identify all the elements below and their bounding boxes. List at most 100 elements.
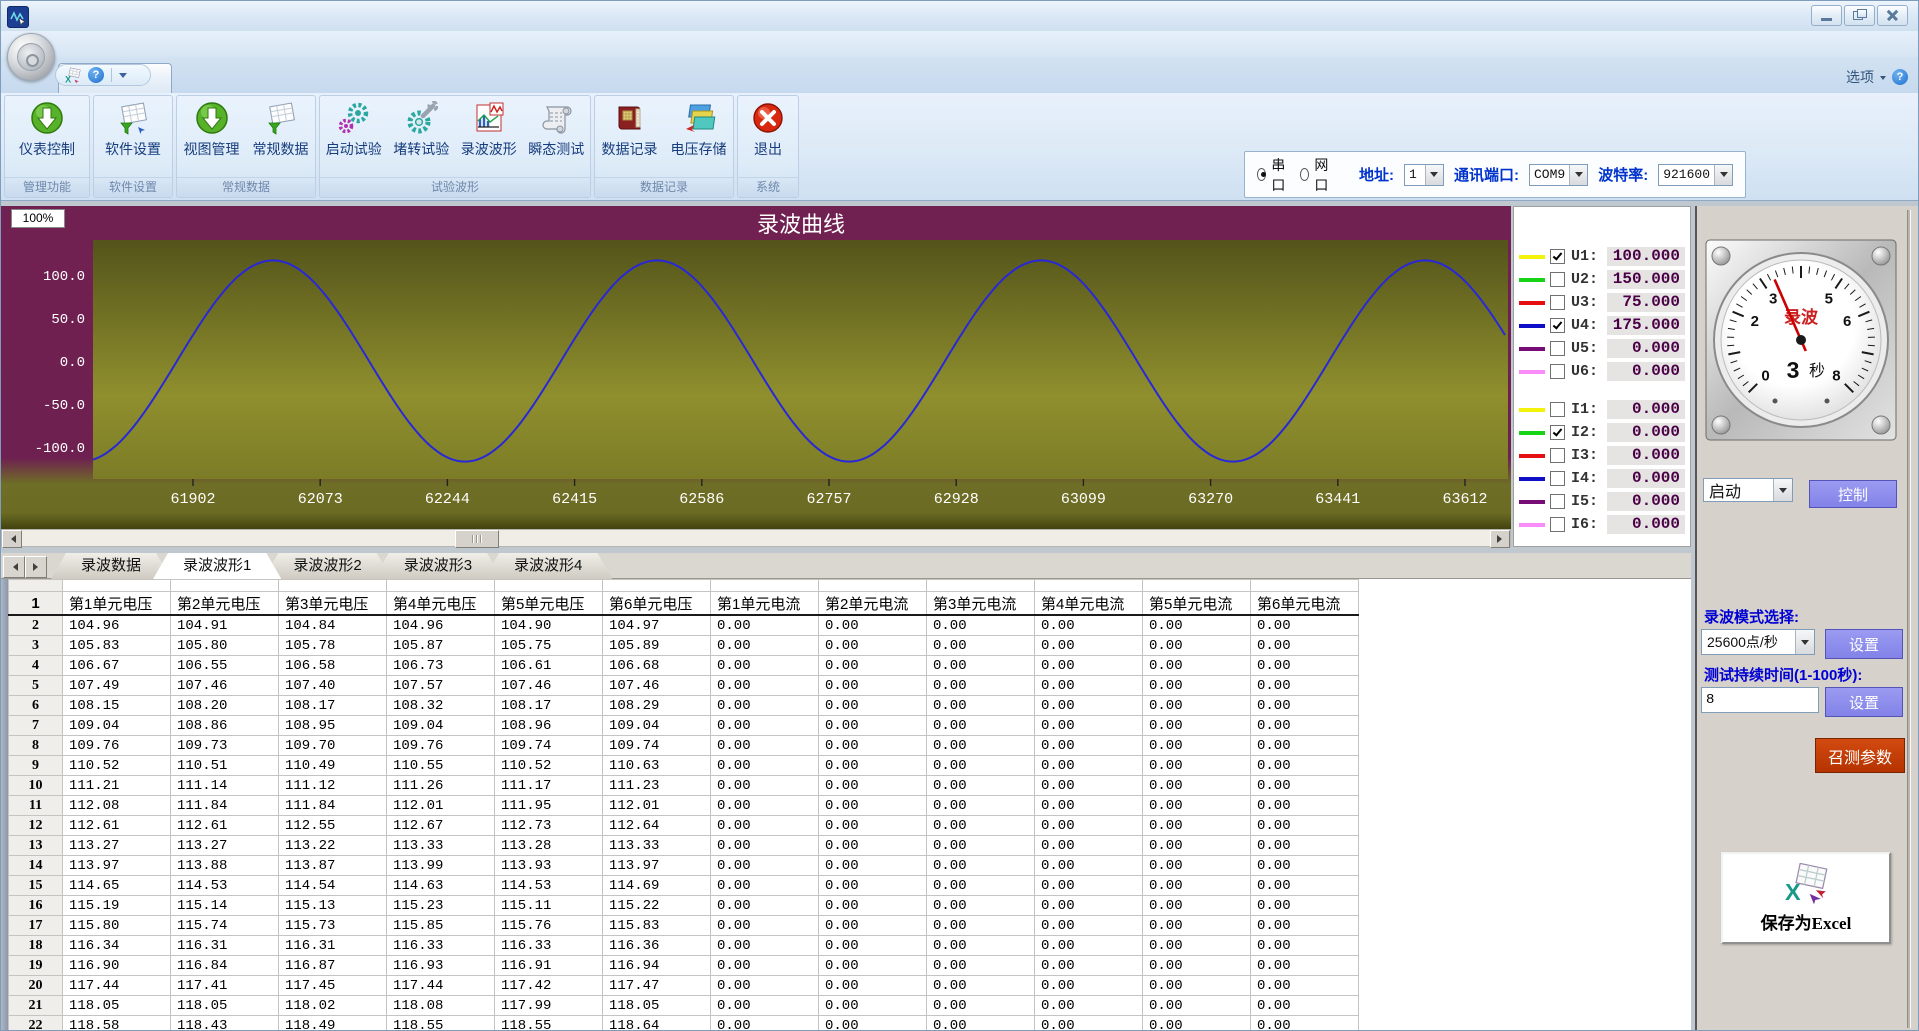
table-cell: 115.11 [495, 896, 603, 916]
series-color-swatch [1519, 324, 1545, 328]
u4-checkbox[interactable] [1550, 341, 1565, 356]
table-row: 20117.44117.41117.45117.44117.42117.470.… [9, 976, 1359, 996]
app-window: X ? 试验项目 选项 ? [0, 0, 1919, 1031]
table-cell: 109.74 [495, 736, 603, 756]
table-left-gutter [1, 579, 8, 1031]
data-record-button[interactable]: 数据记录 [598, 101, 662, 159]
sheet-scroll-right-button[interactable] [25, 556, 47, 578]
table-cell: 118.43 [171, 1016, 279, 1031]
u-channel-row: U5:0.000 [1514, 337, 1690, 360]
table-cell: 0.00 [711, 656, 819, 676]
y-axis-label: -100.0 [35, 441, 85, 457]
comm-settings-panel: 串口 网口 地址: 1 通讯端口: COM9 波特率: 921600 [1244, 151, 1746, 198]
table-cell: 0.00 [711, 996, 819, 1016]
i2-checkbox[interactable] [1550, 448, 1565, 463]
i4-checkbox[interactable] [1550, 494, 1565, 509]
gauge-scale-number: 8 [1832, 367, 1840, 384]
table-cell: 0.00 [927, 656, 1035, 676]
table-cell [1035, 580, 1143, 592]
close-button[interactable] [1877, 5, 1908, 26]
control-button[interactable]: 控制 [1809, 480, 1897, 508]
table-cell: 0.00 [927, 796, 1035, 816]
instrument-control-button[interactable]: 仪表控制 [15, 101, 79, 159]
table-cell: 0.00 [711, 916, 819, 936]
options-button[interactable]: 选项 [1846, 67, 1874, 87]
comm-port-dropdown[interactable]: COM9 [1529, 164, 1588, 186]
software-settings-button[interactable]: 软件设置 [101, 101, 165, 159]
chart-horizontal-scrollbar[interactable] [1, 529, 1511, 547]
sheet-tab-录波波形3[interactable]: 录波波形3 [374, 553, 502, 579]
sheet-scroll-left-button[interactable] [3, 556, 25, 578]
u1-checkbox[interactable] [1550, 272, 1565, 287]
row-number: 2 [9, 615, 63, 636]
scrollbar-thumb[interactable] [455, 530, 499, 548]
office-orb-button[interactable] [7, 33, 55, 81]
i5-checkbox[interactable] [1550, 517, 1565, 532]
table-cell [819, 580, 927, 592]
scroll-left-button[interactable] [2, 530, 22, 548]
address-dropdown[interactable]: 1 [1404, 164, 1444, 186]
i3-checkbox[interactable] [1550, 471, 1565, 486]
channel-label: I1: [1571, 401, 1607, 418]
set-mode-button[interactable]: 设置 [1825, 629, 1903, 659]
table-cell: 110.55 [387, 756, 495, 776]
set-duration-button[interactable]: 设置 [1825, 687, 1903, 717]
restore-button[interactable] [1844, 5, 1875, 26]
i0-checkbox[interactable] [1550, 402, 1565, 417]
start-mode-dropdown[interactable]: 启动 [1703, 478, 1793, 502]
table-cell [1143, 580, 1251, 592]
table-cell: 115.80 [63, 916, 171, 936]
table-cell: 0.00 [1035, 796, 1143, 816]
i1-checkbox[interactable] [1550, 425, 1565, 440]
voltage-storage-button[interactable]: 电压存储 [667, 101, 731, 159]
radio-network[interactable]: 网口 [1300, 155, 1333, 195]
radio-dot-icon [1257, 168, 1266, 181]
locked-rotor-test-button[interactable]: 堵转试验 [389, 101, 453, 159]
table-cell: 112.61 [63, 816, 171, 836]
table-cell: 107.40 [279, 676, 387, 696]
transient-test-button[interactable]: 瞬态测试 [524, 101, 588, 159]
ribbon-help-icon[interactable]: ? [1892, 69, 1908, 85]
view-management-button[interactable]: 视图管理 [180, 101, 244, 159]
sheet-tab-录波波形2[interactable]: 录波波形2 [263, 553, 391, 579]
u3-checkbox[interactable] [1550, 318, 1565, 333]
u5-checkbox[interactable] [1550, 364, 1565, 379]
table-cell: 0.00 [1035, 615, 1143, 636]
save-excel-button[interactable]: X 保存为Excel [1721, 852, 1891, 944]
table-cell: 0.00 [1251, 896, 1359, 916]
regular-data-button[interactable]: 常规数据 [249, 101, 313, 159]
u2-checkbox[interactable] [1550, 295, 1565, 310]
i-channel-row: I3:0.000 [1514, 444, 1690, 467]
sheet-tab-录波波形1[interactable]: 录波波形1 [153, 553, 281, 579]
green-down-arrow-icon [195, 101, 229, 135]
screw-icon [1712, 416, 1730, 434]
u0-checkbox[interactable] [1550, 249, 1565, 264]
group-label-data-record: 数据记录 [595, 177, 733, 197]
table-cell: 0.00 [1035, 756, 1143, 776]
sheet-tab-录波数据[interactable]: 录波数据 [51, 553, 171, 579]
help-icon[interactable]: ? [88, 67, 104, 83]
table-cell: 0.00 [711, 816, 819, 836]
exit-button[interactable]: 退出 [740, 101, 796, 159]
minimize-button[interactable] [1811, 5, 1842, 26]
start-test-button[interactable]: 启动试验 [322, 101, 386, 159]
sheet-tab-录波波形4[interactable]: 录波波形4 [484, 553, 612, 579]
qat-dropdown-arrow-icon[interactable] [119, 73, 127, 82]
baud-rate-dropdown[interactable]: 921600 [1658, 164, 1733, 186]
row-number: 9 [9, 756, 63, 776]
excel-quick-icon[interactable]: X [64, 67, 81, 84]
radio-serial[interactable]: 串口 [1257, 155, 1290, 195]
duration-input[interactable] [1701, 687, 1819, 713]
screw-icon [1872, 247, 1890, 265]
waveform-record-button[interactable]: 录波波形 [457, 101, 521, 159]
save-excel-label: 保存为Excel [1761, 909, 1852, 934]
table-cell: 0.00 [1143, 836, 1251, 856]
record-mode-dropdown[interactable]: 25600点/秒 [1701, 629, 1815, 655]
table-cell: 0.00 [1035, 636, 1143, 656]
table-cell: 111.17 [495, 776, 603, 796]
row-number: 22 [9, 1016, 63, 1031]
readback-params-button[interactable]: 召测参数 [1815, 738, 1905, 773]
table-cell: 106.61 [495, 656, 603, 676]
scroll-right-button[interactable] [1490, 530, 1510, 548]
column-header: 第3单元电压 [279, 592, 387, 616]
